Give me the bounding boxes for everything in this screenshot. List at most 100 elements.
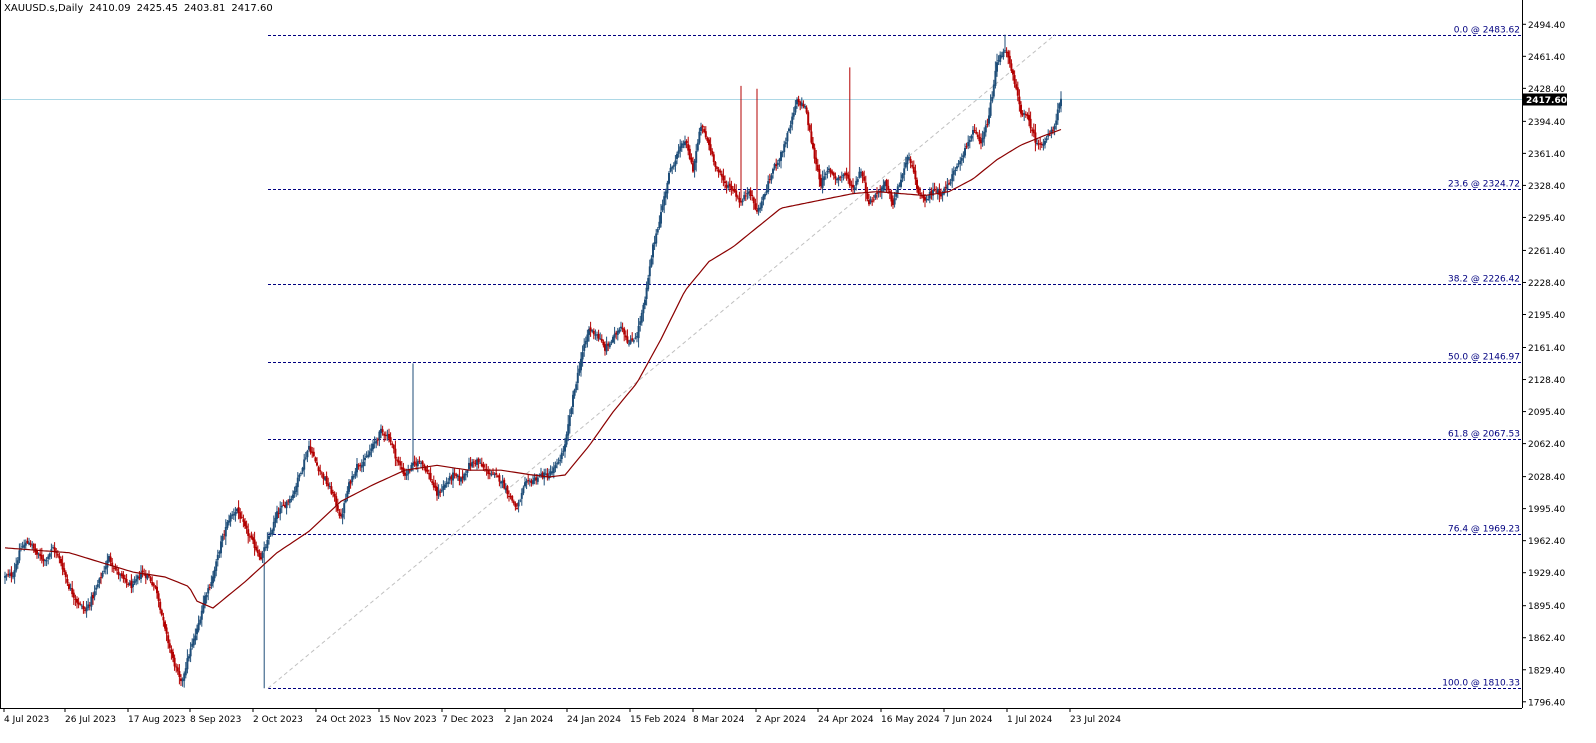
candle-body [413, 461, 416, 464]
candle-body [652, 244, 654, 258]
candle-body [645, 287, 648, 299]
candle-body [525, 480, 528, 483]
candle-body [220, 541, 222, 554]
candle-body [650, 258, 653, 267]
candle-body [698, 131, 701, 143]
candle-body [47, 556, 50, 559]
candle-body [975, 131, 978, 134]
candle-body [258, 552, 261, 558]
price-tick-label: 2062.40 [1528, 440, 1565, 450]
candle-body [919, 192, 922, 194]
candle-body [626, 336, 629, 343]
candle-body [135, 579, 138, 582]
candle-body [770, 175, 773, 181]
candle-body [101, 572, 104, 577]
candle-body [348, 482, 350, 492]
candle-body [642, 304, 645, 314]
candle-body [959, 160, 962, 165]
candle-body [871, 200, 874, 202]
candle-body [471, 461, 474, 467]
time-tick-label: 24 Oct 2023 [316, 715, 372, 725]
candle-body [423, 464, 426, 467]
candle-body [560, 452, 563, 460]
candle-body [495, 473, 498, 475]
candle-body [519, 500, 522, 502]
price-tick-label: 2328.40 [1528, 182, 1565, 192]
candle-body [848, 178, 851, 186]
candle-body [956, 166, 958, 169]
candle-body [168, 643, 171, 648]
price-tick-label: 2195.40 [1528, 311, 1565, 321]
candle-body [572, 394, 574, 407]
candle-body [695, 151, 698, 163]
candle-body [343, 503, 346, 514]
candle-body [300, 472, 302, 474]
candle-body [805, 107, 808, 113]
candle-body [234, 511, 237, 516]
candle-body [946, 184, 949, 190]
candle-body [216, 554, 219, 561]
candle-body [85, 607, 88, 612]
candle-body [1029, 118, 1032, 129]
candle-body [776, 162, 779, 165]
candle-body [244, 521, 246, 527]
candle-body [304, 457, 307, 459]
candle-body [960, 157, 963, 161]
candle-body [760, 201, 763, 208]
candle-body [418, 460, 421, 462]
chart-window[interactable]: XAUUSD.s,Daily 2410.09 2425.45 2403.81 2417.… [0, 0, 1596, 743]
candle-body [1044, 140, 1046, 145]
candle-body [276, 511, 278, 519]
fib-level-label: 38.2 @ 2226.42 [1448, 275, 1520, 285]
candle-body [559, 459, 562, 462]
candle-body [178, 671, 181, 678]
candle-body [298, 474, 301, 478]
candle-body [808, 125, 811, 131]
candle-body [813, 147, 816, 159]
candle-body [744, 195, 747, 197]
candle-body [245, 525, 248, 529]
time-tick-label: 24 Jan 2024 [567, 715, 621, 725]
candle-body [453, 473, 456, 475]
candle-body [160, 610, 163, 616]
candle-body [644, 299, 646, 306]
candle-body [197, 623, 200, 631]
candle-body [570, 407, 573, 414]
candle-body [376, 439, 379, 441]
candle-body [786, 133, 789, 142]
candle-body [58, 555, 61, 559]
candle-body [676, 153, 678, 159]
candle-body [864, 182, 867, 193]
candle-body [852, 184, 854, 188]
candle-body [597, 334, 600, 339]
candle-body [832, 172, 835, 176]
candle-body [213, 569, 216, 579]
current-price-label: 2417.60 [1526, 96, 1567, 106]
candle-body [964, 148, 966, 156]
price-tick-label: 2228.40 [1528, 279, 1565, 289]
candle-body [586, 334, 589, 342]
candle-body [72, 592, 75, 598]
price-tick-label: 1895.40 [1528, 602, 1565, 612]
candle-body [788, 128, 790, 132]
time-tick-label: 4 Jul 2023 [4, 715, 49, 725]
candle-body [208, 587, 211, 589]
candle-body [789, 125, 792, 128]
price-tick-label: 1862.40 [1528, 634, 1565, 644]
price-chart[interactable]: 0.0 @ 2483.62 23.6 @ 2324.72 38.2 @ 2226.4… [0, 0, 1596, 743]
candle-body [82, 606, 85, 610]
candle-body [285, 501, 288, 509]
candle-body [1004, 50, 1006, 52]
candle-body [794, 105, 797, 113]
time-tick-label: 24 Apr 2024 [818, 715, 874, 725]
candle-body [565, 434, 568, 445]
candle-body [18, 550, 21, 561]
candle-body [719, 170, 722, 173]
candle-body [632, 340, 635, 342]
candle-body [472, 461, 475, 463]
candle-body [1052, 129, 1054, 131]
candle-body [1034, 132, 1037, 143]
candle-body [824, 173, 827, 175]
candle-body [903, 168, 906, 175]
candle-body [488, 472, 491, 475]
